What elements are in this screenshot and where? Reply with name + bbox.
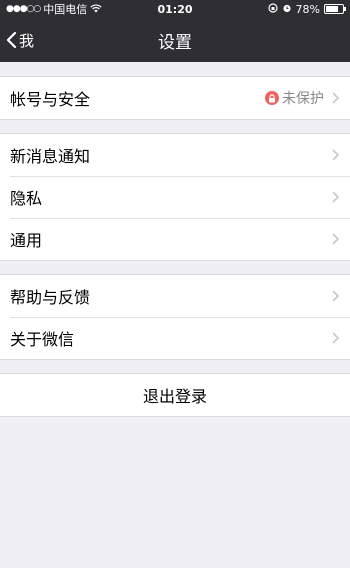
lock-icon: [265, 91, 279, 105]
status-time: 01:20: [157, 2, 193, 16]
settings-group-general: 新消息通知 隐私 通用: [0, 133, 350, 261]
chevron-right-icon: [332, 92, 340, 104]
settings-group-account: 帐号与安全 未保护: [0, 76, 350, 120]
chevron-right-icon: [332, 191, 340, 203]
chevron-right-icon: [332, 332, 340, 344]
chevron-right-icon: [332, 290, 340, 302]
about-wechat-item[interactable]: 关于微信: [0, 317, 350, 359]
chevron-right-icon: [332, 233, 340, 245]
page-title: 设置: [158, 32, 192, 53]
settings-group-help: 帮助与反馈 关于微信: [0, 274, 350, 360]
cell-label: 通用: [10, 231, 43, 250]
cell-label: 关于微信: [10, 330, 75, 349]
account-security-item[interactable]: 帐号与安全 未保护: [0, 77, 350, 119]
chevron-left-icon: [6, 31, 17, 49]
back-button[interactable]: 我: [0, 30, 34, 51]
navigation-bar: 我 设置: [0, 18, 350, 62]
protection-status: 未保护: [265, 88, 324, 108]
status-bar: ●●●○○ 中国电信 01:20 78%: [0, 0, 350, 18]
cell-label: 新消息通知: [10, 147, 91, 166]
cell-label: 帮助与反馈: [10, 288, 91, 307]
cell-label: 隐私: [10, 189, 43, 208]
new-message-notification-item[interactable]: 新消息通知: [0, 134, 350, 176]
logout-button[interactable]: 退出登录: [0, 374, 350, 416]
back-label: 我: [19, 31, 35, 50]
settings-group-logout: 退出登录: [0, 373, 350, 417]
chevron-right-icon: [332, 149, 340, 161]
general-item[interactable]: 通用: [0, 218, 350, 260]
help-feedback-item[interactable]: 帮助与反馈: [0, 275, 350, 317]
privacy-item[interactable]: 隐私: [0, 176, 350, 218]
battery-fill: [326, 6, 338, 12]
cell-label: 帐号与安全: [10, 90, 91, 109]
protection-status-text: 未保护: [282, 91, 324, 107]
battery-icon: [324, 4, 346, 14]
